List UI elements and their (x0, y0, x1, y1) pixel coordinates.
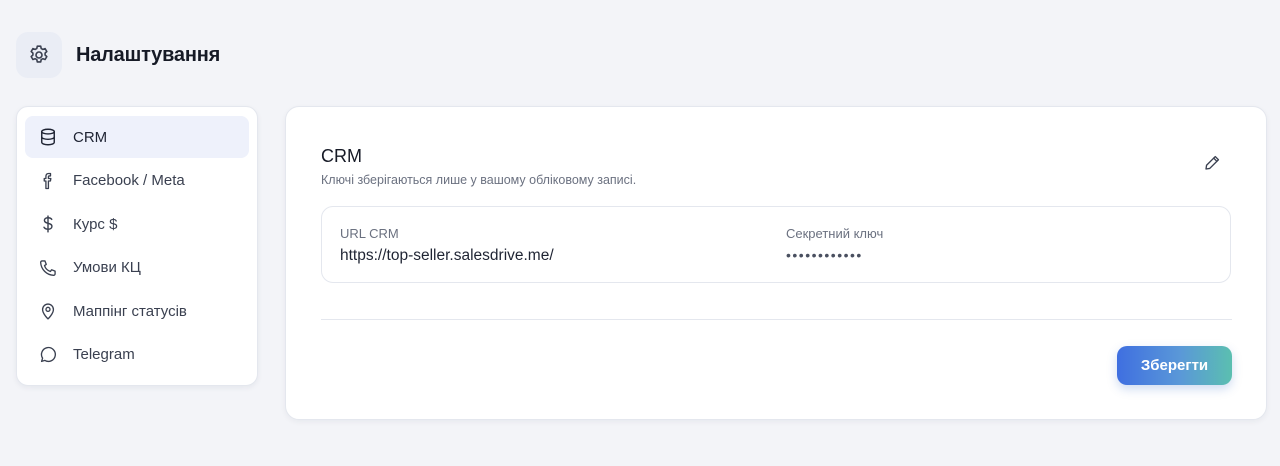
settings-sidebar: CRM Facebook / Meta Курс $ Умови КЦ Мапп… (16, 106, 258, 386)
crm-settings-card: CRM Ключі зберігаються лише у вашому обл… (285, 106, 1267, 420)
url-crm-value: https://top-seller.salesdrive.me/ (340, 247, 554, 264)
sidebar-item-crm[interactable]: CRM (25, 116, 249, 158)
sidebar-item-label: Facebook / Meta (73, 172, 185, 190)
section-title: CRM (321, 146, 362, 166)
edit-button[interactable] (1200, 153, 1224, 177)
sidebar-item-label: Telegram (73, 346, 135, 364)
gear-icon (16, 32, 62, 78)
page-title: Налаштування (76, 43, 221, 66)
page-header: Налаштування (16, 32, 220, 78)
sidebar-item-label: Умови КЦ (73, 259, 141, 277)
url-crm-field: URL CRM https://top-seller.salesdrive.me… (340, 226, 554, 265)
sidebar-item-label: Маппінг статусів (73, 302, 187, 320)
sidebar-item-status-mapping[interactable]: Маппінг статусів (25, 290, 249, 332)
map-pin-icon (37, 300, 59, 322)
sidebar-item-currency[interactable]: Курс $ (25, 203, 249, 245)
sidebar-item-label: CRM (73, 128, 108, 146)
phone-icon (37, 257, 59, 279)
secret-key-label: Секретний ключ (786, 226, 884, 241)
secret-key-value: •••••••••••• (786, 247, 863, 263)
dollar-icon (37, 213, 59, 235)
database-icon (37, 126, 59, 148)
sidebar-item-facebook[interactable]: Facebook / Meta (25, 160, 249, 202)
sidebar-item-label: Курс $ (73, 215, 118, 233)
url-crm-label: URL CRM (340, 226, 399, 241)
section-subtitle: Ключі зберігаються лише у вашому обліков… (321, 173, 637, 187)
credentials-box: URL CRM https://top-seller.salesdrive.me… (321, 206, 1231, 283)
save-button[interactable]: Зберегти (1117, 346, 1232, 385)
chat-bubble-icon (37, 344, 59, 366)
divider (321, 319, 1232, 320)
sidebar-item-call-center[interactable]: Умови КЦ (25, 247, 249, 289)
sidebar-item-telegram[interactable]: Telegram (25, 334, 249, 376)
facebook-icon (37, 170, 59, 192)
secret-key-field: Секретний ключ •••••••••••• (786, 226, 883, 263)
pencil-icon (1203, 153, 1222, 177)
